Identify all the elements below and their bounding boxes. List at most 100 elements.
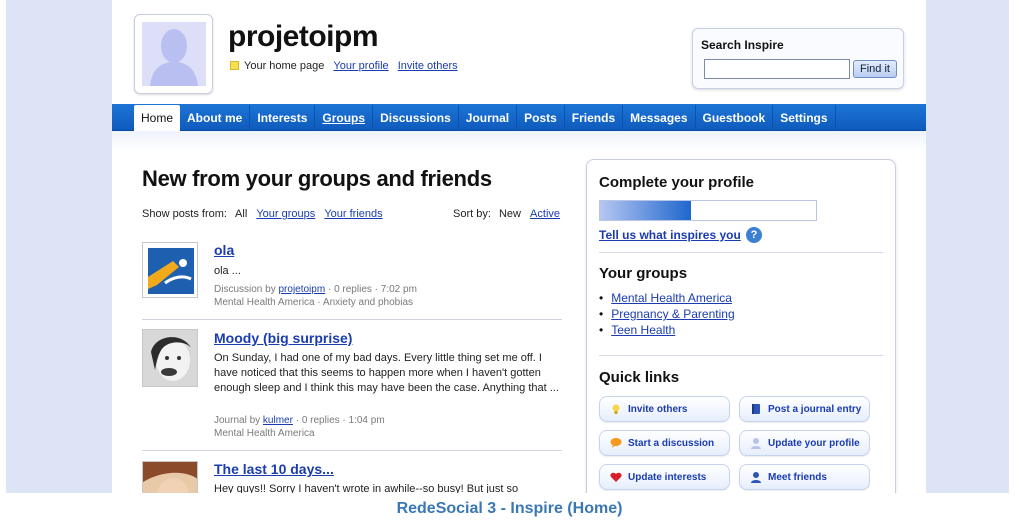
tab-friends[interactable]: Friends	[565, 105, 624, 131]
list-item: Moody (big surprise) On Sunday, I had on…	[142, 320, 562, 451]
screenshot-caption: RedeSocial 3 - Inspire (Home)	[396, 500, 623, 517]
post-filter: Show posts from: All Your groups Your fr…	[142, 208, 383, 220]
author-link[interactable]: projetoipm	[278, 284, 325, 295]
post-stats: · 0 replies · 7:02 pm	[327, 284, 417, 295]
post-sort: Sort by: New Active	[453, 208, 560, 220]
tab-journal[interactable]: Journal	[459, 105, 518, 131]
home-page-icon	[230, 61, 239, 70]
user-photo-icon[interactable]	[142, 329, 198, 387]
post-title[interactable]: Moody (big surprise)	[214, 330, 352, 346]
groups-list: Mental Health America Pregnancy & Parent…	[599, 290, 735, 338]
search-input[interactable]	[704, 59, 850, 79]
group-link[interactable]: Teen Health	[599, 322, 735, 338]
tab-guestbook[interactable]: Guestbook	[696, 105, 774, 131]
quick-link-label: Update your profile	[768, 438, 860, 449]
tab-discussions[interactable]: Discussions	[373, 105, 459, 131]
group-link[interactable]: Mental Health America	[599, 290, 735, 306]
tab-label: About me	[187, 111, 243, 125]
post-tags: Mental Health America	[214, 428, 315, 439]
search-title: Search Inspire	[701, 38, 784, 52]
post-excerpt: On Sunday, I had one of my bad days. Eve…	[214, 352, 559, 394]
lightbulb-icon	[612, 404, 620, 414]
help-icon[interactable]: ?	[746, 227, 762, 243]
search-box: Search Inspire Find it	[692, 28, 904, 89]
filter-label: Show posts from:	[142, 208, 227, 220]
nav-shadow	[112, 131, 926, 151]
user-photo-icon[interactable]	[142, 461, 198, 493]
tab-interests[interactable]: Interests	[250, 105, 316, 131]
quick-link-label: Update interests	[628, 472, 707, 483]
home-page-label: Your home page	[244, 60, 325, 72]
person-icon	[751, 438, 761, 449]
group-link[interactable]: Pregnancy & Parenting	[599, 306, 735, 322]
invite-others-link[interactable]: Invite others	[398, 60, 458, 72]
divider	[599, 355, 883, 356]
tab-label: Messages	[630, 111, 688, 125]
tab-label: Groups	[322, 111, 366, 125]
complete-profile-heading: Complete your profile	[599, 174, 755, 191]
sort-label: Sort by:	[453, 208, 491, 220]
tab-posts[interactable]: Posts	[517, 105, 565, 131]
tab-home[interactable]: Home	[134, 105, 181, 131]
post-title[interactable]: The last 10 days...	[214, 461, 334, 477]
filter-your-groups[interactable]: Your groups	[256, 208, 315, 220]
update-profile-button[interactable]: Update your profile	[739, 430, 870, 456]
tab-messages[interactable]: Messages	[623, 105, 696, 131]
list-item: The last 10 days... Hey guys!! Sorry I h…	[142, 451, 562, 493]
post-excerpt: Hey guys!! Sorry I haven't wrote in awhi…	[214, 483, 519, 493]
profile-sidebar: Complete your profile Tell us what inspi…	[586, 159, 896, 493]
heart-icon	[610, 472, 622, 482]
filter-all[interactable]: All	[235, 208, 247, 220]
inspire-page: projetoipm Your home page Your profile I…	[112, 0, 926, 493]
sort-new[interactable]: New	[499, 208, 521, 220]
main-nav: Home About me Interests Groups Discussio…	[112, 104, 926, 131]
progress-fill	[600, 201, 691, 220]
post-meta: Journal by kulmer · 0 replies · 1:04 pm	[214, 414, 385, 427]
find-it-button[interactable]: Find it	[853, 60, 897, 78]
group-label: Teen Health	[611, 323, 676, 337]
post-excerpt: ola ...	[214, 265, 241, 277]
author-link[interactable]: kulmer	[263, 415, 293, 426]
tab-label: Journal	[465, 111, 510, 125]
feed-list: ola ola ... Discussion by projetoipm · 0…	[142, 237, 562, 493]
home-links: Your home page Your profile Invite other…	[230, 60, 458, 72]
group-label: Pregnancy & Parenting	[611, 307, 735, 321]
journal-icon	[752, 404, 760, 414]
divider	[599, 252, 883, 253]
tab-label: Posts	[524, 111, 557, 125]
tab-label: Guestbook	[702, 111, 766, 125]
your-profile-link[interactable]: Your profile	[333, 60, 388, 72]
speech-bubble-icon	[610, 438, 622, 448]
avatar[interactable]	[134, 14, 213, 94]
tab-about-me[interactable]: About me	[180, 105, 251, 131]
screenshot-canvas: projetoipm Your home page Your profile I…	[0, 0, 1019, 522]
list-item: ola ola ... Discussion by projetoipm · 0…	[142, 237, 562, 320]
filter-your-friends[interactable]: Your friends	[324, 208, 382, 220]
sort-active[interactable]: Active	[530, 208, 560, 220]
tell-us-link[interactable]: Tell us what inspires you	[599, 228, 741, 242]
start-discussion-button[interactable]: Start a discussion	[599, 430, 730, 456]
tab-groups[interactable]: Groups	[315, 105, 374, 131]
tab-settings[interactable]: Settings	[773, 105, 836, 131]
quick-link-label: Meet friends	[768, 472, 827, 483]
invite-others-button[interactable]: Invite others	[599, 396, 730, 422]
group-logo-icon[interactable]	[142, 242, 198, 298]
quick-link-label: Post a journal entry	[768, 404, 862, 415]
meet-friends-button[interactable]: Meet friends	[739, 464, 870, 490]
post-tags: Mental Health America · Anxiety and phob…	[214, 297, 413, 308]
tab-label: Discussions	[380, 111, 451, 125]
update-interests-button[interactable]: Update interests	[599, 464, 730, 490]
default-avatar-icon	[142, 22, 206, 86]
username: projetoipm	[228, 20, 379, 53]
post-title[interactable]: ola	[214, 242, 234, 258]
tab-label: Friends	[571, 111, 616, 125]
post-journal-entry-button[interactable]: Post a journal entry	[739, 396, 870, 422]
friends-icon	[751, 472, 761, 483]
tab-label: Settings	[780, 111, 828, 125]
your-groups-heading: Your groups	[599, 265, 688, 282]
post-meta: Discussion by projetoipm · 0 replies · 7…	[214, 283, 417, 296]
quick-link-label: Invite others	[628, 404, 688, 415]
feed-title: New from your groups and friends	[142, 166, 492, 191]
quick-link-label: Start a discussion	[628, 438, 715, 449]
quick-links-heading: Quick links	[599, 369, 680, 386]
